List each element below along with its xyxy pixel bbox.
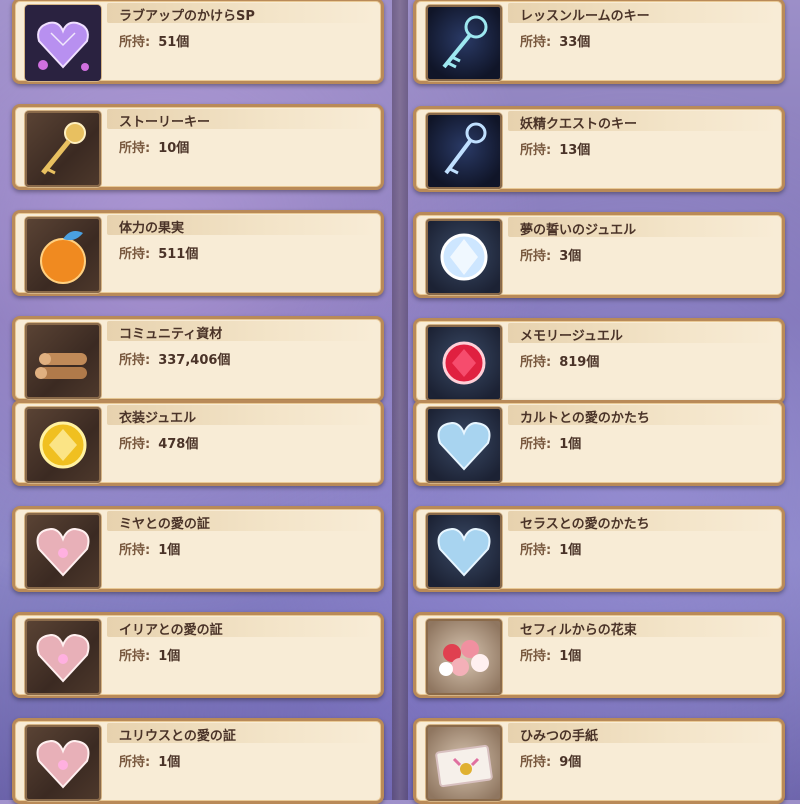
quantity-value: 51個 [158,35,190,50]
item-quantity: 所持: 819個 [520,351,599,370]
quantity-label: 所持: [119,755,151,770]
item-quantity: 所持: 1個 [520,645,581,664]
item-name: ミヤとの愛の証 [119,517,210,532]
quantity-label: 所持: [119,35,151,50]
item-card-miya-love-proof[interactable]: ミヤとの愛の証 所持: 1個 [12,506,384,592]
blue-heart-icon [426,513,502,589]
quantity-label: 所持: [119,437,151,452]
quantity-value: 1個 [158,649,181,664]
item-quantity: 所持: 1個 [119,539,180,558]
quantity-value: 1個 [158,755,181,770]
item-card-fairy-quest-key[interactable]: 妖精クエストのキー 所持: 13個 [413,106,785,192]
quantity-value: 3個 [559,249,582,264]
quantity-value: 337,406個 [158,353,231,368]
quantity-label: 所持: [520,249,552,264]
item-quantity: 所持: 9個 [520,751,581,770]
item-card-iria-love-proof[interactable]: イリアとの愛の証 所持: 1個 [12,612,384,698]
item-name: メモリージュエル [520,329,623,344]
item-card-seras-love-shape[interactable]: セラスとの愛のかたち 所持: 1個 [413,506,785,592]
item-name: ひみつの手紙 [520,729,599,744]
item-quantity: 所持: 1個 [119,645,180,664]
quantity-label: 所持: [119,247,151,262]
quantity-label: 所持: [119,353,151,368]
item-card-community-materials[interactable]: コミュニティ資材 所持: 337,406個 [12,316,384,402]
pink-heart-icon [25,725,101,801]
pink-heart-icon [25,513,101,589]
item-card-story-key[interactable]: ストーリーキー 所持: 10個 [12,104,384,190]
golden-apple-icon [25,217,101,293]
quantity-label: 所持: [520,437,552,452]
item-name: ユリウスとの愛の証 [119,729,236,744]
item-name: カルトとの愛のかたち [520,411,650,426]
item-name: ストーリーキー [119,115,211,130]
item-card-loveup-shard[interactable]: ラブアップのかけらSP 所持: 51個 [12,0,384,84]
item-card-karuto-love-shape[interactable]: カルトとの愛のかたち 所持: 1個 [413,400,785,486]
item-name: 妖精クエストのキー [520,117,638,132]
quantity-value: 1個 [158,543,181,558]
fairy-key-icon [426,113,502,189]
gold-key-icon [25,111,101,187]
item-name: 夢の誓いのジュエル [520,223,637,238]
pink-heart-icon [25,619,101,695]
item-name: 衣装ジュエル [119,411,197,426]
item-card-yuriusu-love-proof[interactable]: ユリウスとの愛の証 所持: 1個 [12,718,384,804]
quantity-label: 所持: [520,143,552,158]
quantity-value: 33個 [559,35,591,50]
purple-gem-heart-icon [25,5,101,81]
quantity-value: 478個 [158,437,199,452]
quantity-label: 所持: [520,543,552,558]
quantity-label: 所持: [520,755,552,770]
item-quantity: 所持: 1個 [520,539,581,558]
white-diamond-icon [426,219,502,295]
blue-heart-icon [426,407,502,483]
item-card-memory-jewel[interactable]: メモリージュエル 所持: 819個 [413,318,785,404]
item-name: 体力の果実 [119,221,185,236]
item-name: ラブアップのかけらSP [119,9,255,24]
item-name: コミュニティ資材 [119,327,223,342]
item-quantity: 所持: 3個 [520,245,581,264]
item-card-dream-oath-jewel[interactable]: 夢の誓いのジュエル 所持: 3個 [413,212,785,298]
quantity-value: 819個 [559,355,600,370]
item-quantity: 所持: 33個 [520,31,590,50]
secret-letter-icon [426,725,502,801]
item-card-stamina-fruit[interactable]: 体力の果実 所持: 511個 [12,210,384,296]
item-quantity: 所持: 51個 [119,31,189,50]
item-quantity: 所持: 1個 [119,751,180,770]
quantity-value: 511個 [158,247,199,262]
item-card-sefiru-bouquet[interactable]: セフィルからの花束 所持: 1個 [413,612,785,698]
column-divider [392,0,408,800]
item-name: レッスンルームのキー [520,9,650,24]
item-card-secret-letter[interactable]: ひみつの手紙 所持: 9個 [413,718,785,804]
blue-star-key-icon [426,5,502,81]
item-name: イリアとの愛の証 [119,623,223,638]
item-quantity: 所持: 13個 [520,139,590,158]
item-quantity: 所持: 511個 [119,243,198,262]
item-quantity: 所持: 10個 [119,137,189,156]
item-name: セラスとの愛のかたち [520,517,650,532]
quantity-value: 10個 [158,141,190,156]
quantity-value: 1個 [559,437,582,452]
yellow-jewel-icon [25,407,101,483]
quantity-label: 所持: [520,355,552,370]
quantity-value: 1個 [559,543,582,558]
item-card-costume-jewel[interactable]: 衣装ジュエル 所持: 478個 [12,400,384,486]
quantity-value: 13個 [559,143,591,158]
quantity-label: 所持: [119,141,151,156]
red-jewel-icon [426,325,502,401]
item-card-lesson-room-key[interactable]: レッスンルームのキー 所持: 33個 [413,0,785,84]
quantity-label: 所持: [520,35,552,50]
quantity-label: 所持: [119,649,151,664]
flower-bouquet-icon [426,619,502,695]
quantity-value: 9個 [559,755,582,770]
item-quantity: 所持: 337,406個 [119,349,230,368]
item-quantity: 所持: 1個 [520,433,581,452]
wood-logs-icon [25,323,101,399]
item-quantity: 所持: 478個 [119,433,198,452]
quantity-label: 所持: [520,649,552,664]
item-name: セフィルからの花束 [520,623,637,638]
quantity-label: 所持: [119,543,151,558]
quantity-value: 1個 [559,649,582,664]
